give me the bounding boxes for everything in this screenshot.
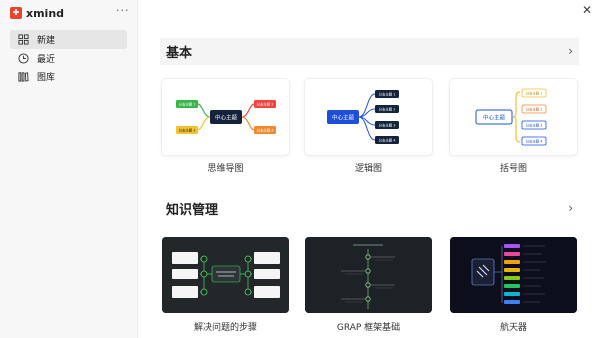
more-menu-button[interactable]: ···: [116, 4, 130, 17]
branch-topic: 分支主题 4: [379, 138, 396, 143]
branch-topic: 分支主题 2: [526, 107, 543, 112]
app-window: ✚ xmind ··· 新建 最近 图库 ✕ 基本 › 中心主题 分支主题 1 …: [0, 0, 600, 338]
template-name: 解决问题的步骤: [193, 323, 257, 333]
branch-topic: 分支主题 1: [179, 102, 196, 107]
brand-name: xmind: [26, 6, 65, 20]
branch-topic: 分支主题 2: [379, 107, 396, 112]
branch-topic: 分支主题 3: [526, 123, 543, 128]
main-content: ✕ 基本 › 中心主题 分支主题 1 分支主题 3 分支主题 2 分支主题 4 …: [139, 0, 600, 338]
section-basic-header: 基本 ›: [160, 38, 579, 65]
xmind-logo-icon: ✚: [10, 7, 22, 19]
branch-topic: 分支主题 4: [526, 139, 543, 144]
chevron-right-icon[interactable]: ›: [568, 44, 573, 58]
brand: ✚ xmind: [10, 6, 64, 20]
close-icon[interactable]: ✕: [582, 3, 592, 17]
template-card-logic-chart[interactable]: 中心主题 分支主题 1 分支主题 2 分支主题 3 分支主题 4: [305, 79, 432, 155]
section-knowledge-header: 知识管理 ›: [160, 195, 579, 222]
template-card-mindmap[interactable]: 中心主题 分支主题 1 分支主题 3 分支主题 2 分支主题 4: [162, 79, 289, 155]
template-name: 逻辑图: [354, 164, 382, 174]
sidebar: ✚ xmind ··· 新建 最近 图库: [0, 0, 138, 338]
center-topic: 中心主题: [215, 114, 238, 122]
grap-framework-preview: [305, 237, 432, 313]
problem-solving-preview: [162, 237, 289, 313]
template-card-brace-map[interactable]: 中心主题 分支主题 1 分支主题 2 分支主题 3 分支主题 4: [450, 79, 577, 155]
chevron-right-icon[interactable]: ›: [568, 201, 573, 215]
library-icon: [18, 72, 29, 82]
center-topic: 中心主题: [483, 114, 506, 122]
template-name: 思维导图: [207, 164, 244, 174]
branch-topic: 分支主题 3: [179, 128, 196, 133]
logic-chart-preview: 中心主题 分支主题 1 分支主题 2 分支主题 3 分支主题 4: [327, 90, 399, 144]
sidebar-item-label: 图库: [37, 73, 56, 83]
spacecraft-preview: [450, 237, 577, 313]
branch-topic: 分支主题 1: [526, 91, 543, 96]
grid-icon: [18, 34, 29, 45]
section-title: 知识管理: [166, 203, 219, 218]
branch-topic: 分支主题 1: [379, 92, 396, 97]
template-name: 括号图: [499, 164, 527, 174]
template-name: 航天器: [499, 323, 527, 333]
brace-map-preview: 中心主题 分支主题 1 分支主题 2 分支主题 3 分支主题 4: [475, 88, 547, 146]
mindmap-preview: 中心主题 分支主题 1 分支主题 3 分支主题 2 分支主题 4: [176, 100, 276, 134]
sidebar-item-library[interactable]: 图库: [10, 67, 127, 86]
template-card-grap-framework[interactable]: [305, 237, 432, 313]
branch-topic: 分支主题 4: [257, 128, 274, 133]
sidebar-item-label: 新建: [37, 36, 56, 46]
template-name: GRAP 框架基础: [336, 323, 401, 333]
template-card-problem-solving[interactable]: [162, 237, 289, 313]
sidebar-item-label: 最近: [37, 55, 56, 65]
sidebar-item-recent[interactable]: 最近: [10, 49, 127, 68]
sidebar-item-new[interactable]: 新建: [10, 30, 127, 49]
section-title: 基本: [166, 46, 193, 61]
branch-topic: 分支主题 2: [257, 102, 274, 107]
template-card-spacecraft[interactable]: [450, 237, 577, 313]
clock-icon: [18, 53, 29, 64]
center-topic: 中心主题: [332, 114, 355, 122]
branch-topic: 分支主题 3: [379, 123, 396, 128]
